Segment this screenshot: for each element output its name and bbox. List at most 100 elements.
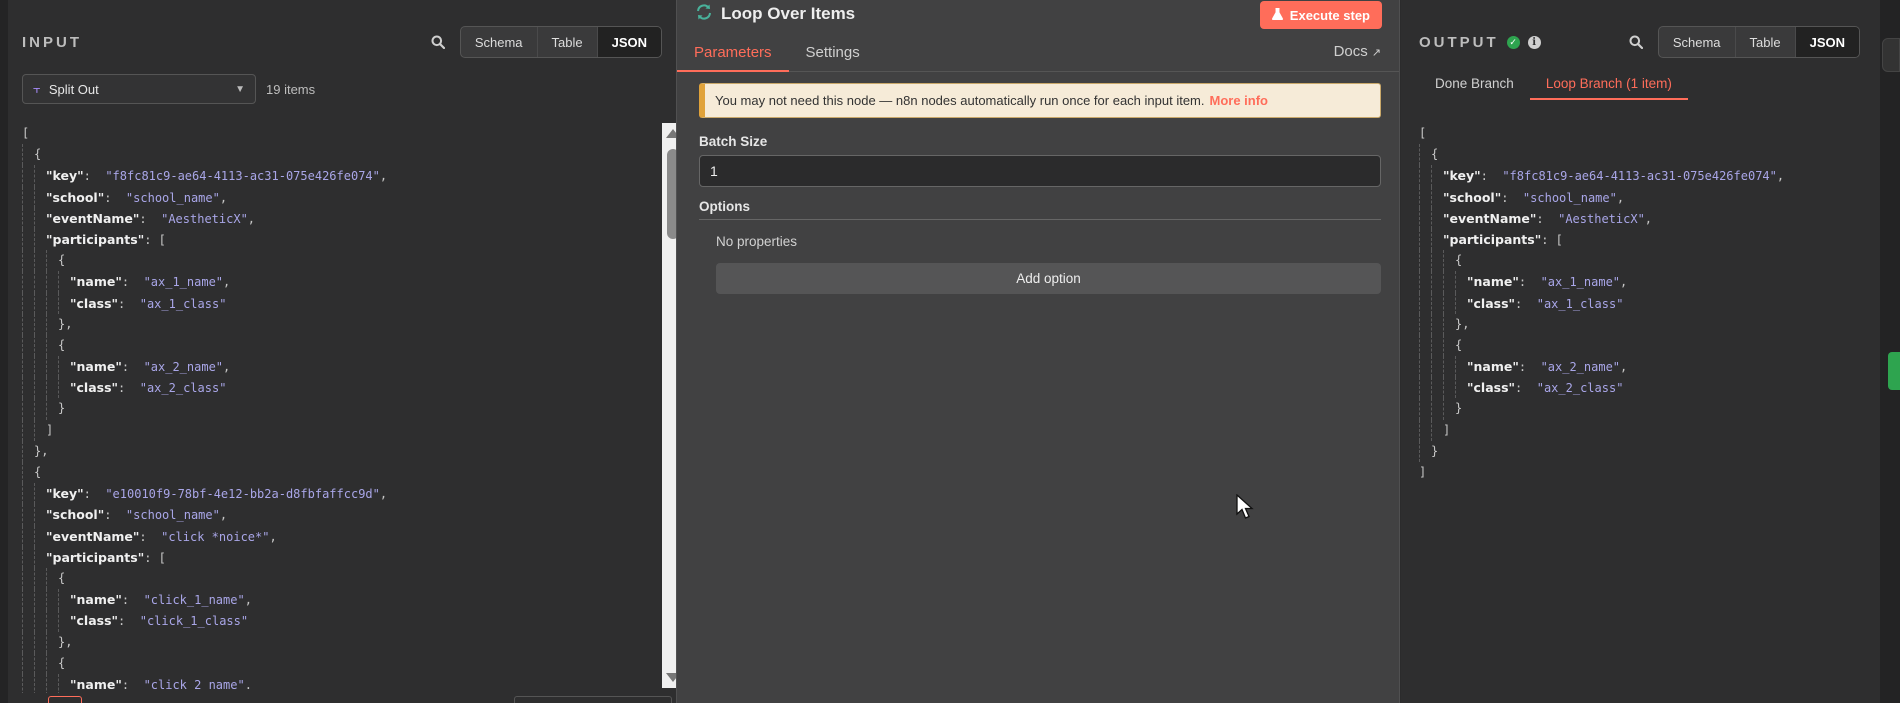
batch-size-value: 1: [710, 163, 718, 179]
input-json-view[interactable]: [{"key": "f8fc81c9-ae64-4113-ac31-075e42…: [22, 123, 662, 693]
output-json-view[interactable]: [{"key": "f8fc81c9-ae64-4113-ac31-075e42…: [1419, 123, 1859, 693]
panel-handle[interactable]: [1882, 38, 1900, 72]
json-punctuation: ,: [1644, 211, 1653, 226]
indent-guide: [1431, 271, 1443, 293]
input-pager-controls[interactable]: [514, 696, 672, 703]
indent-guide: [46, 292, 58, 314]
tab-done-branch[interactable]: Done Branch: [1419, 76, 1530, 100]
node-status-handle[interactable]: [1888, 352, 1900, 390]
indent-guide: [1419, 207, 1431, 229]
json-line: },: [1419, 313, 1859, 335]
items-count: 19 items: [266, 82, 316, 97]
indent-guide: [22, 398, 34, 420]
output-view-json[interactable]: JSON: [1795, 27, 1859, 57]
indent-guide: [34, 419, 46, 441]
batch-size-input[interactable]: 1: [699, 155, 1381, 187]
json-value: "f8fc81c9-ae64-4113-ac31-075e426fe074": [1502, 169, 1777, 184]
json-value: "click 2 name": [143, 677, 245, 692]
node-settings-panel: Loop Over Items Execute step Parameters …: [676, 0, 1400, 703]
node-tabs: Parameters Settings: [677, 36, 1399, 72]
input-pager-current[interactable]: [48, 696, 82, 703]
json-punctuation: ]: [1443, 422, 1451, 437]
docs-link[interactable]: Docs ↗: [1334, 43, 1381, 60]
json-line: [: [22, 123, 662, 144]
indent-guide: [22, 567, 34, 590]
json-key: "key": [46, 168, 84, 184]
indent-guide: [58, 377, 70, 399]
indent-guide: [1443, 313, 1455, 335]
json-punctuation: :: [1515, 381, 1537, 396]
indent-guide: [1419, 440, 1431, 462]
json-line: },: [22, 631, 662, 653]
indent-guide: [1431, 398, 1443, 420]
indent-guide: [22, 271, 34, 293]
add-option-button[interactable]: Add option: [716, 263, 1381, 294]
input-node-select[interactable]: ⫟ Split Out ▼: [22, 74, 256, 104]
json-line: "name": "ax_1_name",: [1419, 271, 1859, 293]
output-view-schema[interactable]: Schema: [1659, 27, 1736, 57]
indent-guide: [34, 271, 46, 293]
split-out-icon: ⫟: [33, 81, 41, 96]
json-value: "school_name": [125, 508, 220, 523]
indent-guide: [1431, 250, 1443, 272]
json-value: "click *noice*": [161, 529, 270, 544]
json-punctuation: {: [1431, 147, 1439, 162]
json-punctuation: {: [1455, 337, 1463, 352]
json-punctuation: :: [83, 169, 106, 184]
json-key: "name": [70, 676, 122, 692]
json-punctuation: :: [1536, 211, 1559, 226]
indent-guide: [1419, 292, 1431, 314]
indent-guide: [34, 207, 46, 229]
right-edge: [1880, 0, 1900, 703]
indent-guide: [46, 567, 58, 590]
execute-step-button[interactable]: Execute step: [1259, 1, 1382, 29]
json-key: "name": [1467, 274, 1519, 290]
indent-guide: [46, 271, 58, 293]
info-icon[interactable]: i: [1527, 35, 1541, 49]
json-key: "participants": [46, 231, 145, 247]
indent-guide: [1431, 356, 1443, 378]
tab-settings[interactable]: Settings: [789, 44, 877, 71]
json-punctuation: },: [58, 634, 73, 649]
json-value: "school_name": [1522, 190, 1617, 205]
indent-guide: [58, 589, 70, 611]
json-line: {: [22, 250, 662, 272]
json-key: "class": [70, 295, 119, 311]
json-punctuation: },: [34, 443, 49, 458]
json-line: "participants": [: [1419, 228, 1859, 251]
json-line: "name": "ax_1_name",: [22, 271, 662, 293]
input-view-json[interactable]: JSON: [597, 27, 661, 57]
indent-guide: [22, 504, 34, 526]
json-line: "school": "school_name",: [22, 186, 662, 208]
search-icon[interactable]: [424, 28, 452, 56]
indent-guide: [34, 567, 46, 590]
indent-guide: [1431, 292, 1443, 314]
json-line: "key": "e10010f9-78bf-4e12-bb2a-d8fbfaff…: [22, 483, 662, 505]
search-icon[interactable]: [1622, 28, 1650, 56]
input-view-schema[interactable]: Schema: [461, 27, 538, 57]
indent-guide: [22, 228, 34, 251]
indent-guide: [22, 589, 34, 611]
indent-guide: [34, 334, 46, 357]
indent-guide: [34, 250, 46, 272]
output-view-table[interactable]: Table: [1736, 27, 1796, 57]
indent-guide: [34, 292, 46, 314]
indent-guide: [22, 334, 34, 357]
mouse-cursor-icon: [1236, 494, 1254, 519]
json-line: {: [22, 462, 662, 484]
json-line: },: [22, 313, 662, 335]
indent-guide: [22, 292, 34, 314]
notice-banner: You may not need this node — n8n nodes a…: [699, 83, 1381, 118]
json-key: "name": [70, 592, 122, 608]
input-view-table[interactable]: Table: [538, 27, 598, 57]
json-line: {: [1419, 144, 1859, 166]
json-line: ]: [22, 419, 662, 441]
tab-parameters[interactable]: Parameters: [677, 44, 789, 72]
json-value: "click_1_name": [143, 593, 245, 608]
more-info-link[interactable]: More info: [1210, 93, 1269, 108]
tab-loop-branch[interactable]: Loop Branch (1 item): [1529, 76, 1688, 100]
json-value: "ax_1_name": [1540, 275, 1621, 290]
json-punctuation: },: [1455, 316, 1470, 331]
json-punctuation: [: [22, 126, 30, 140]
json-line: {: [22, 144, 662, 166]
